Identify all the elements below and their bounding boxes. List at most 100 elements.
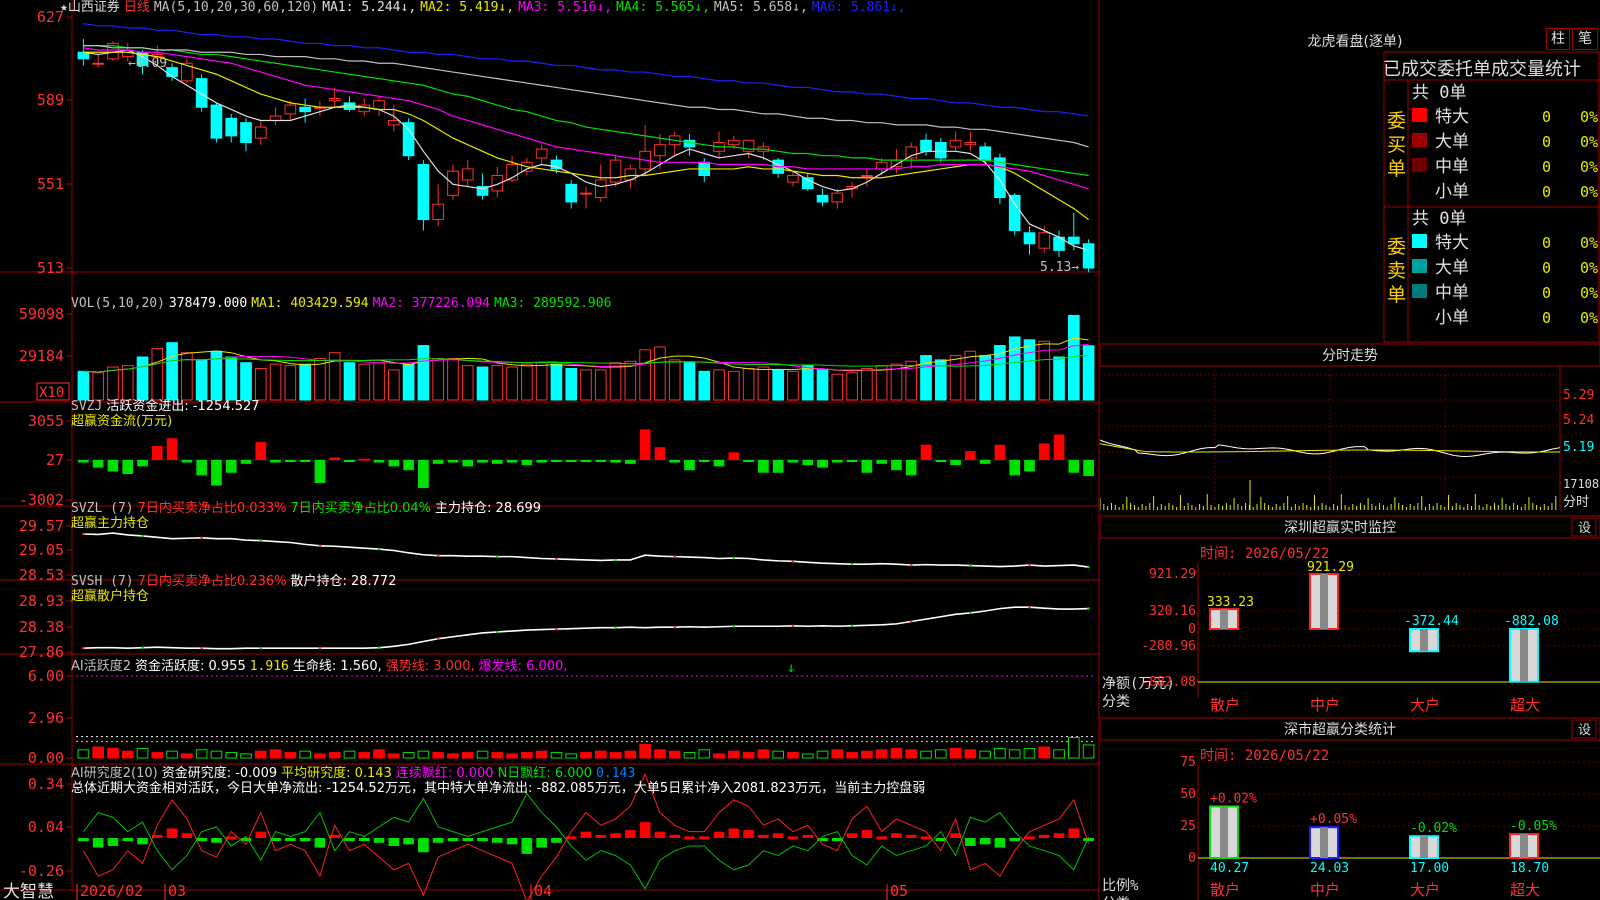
ai1-bar xyxy=(742,752,755,759)
candle xyxy=(225,117,238,137)
volume-bar xyxy=(476,366,489,401)
svzj-bar xyxy=(1083,460,1094,477)
volume-bar xyxy=(121,365,134,401)
svsh-tick: 27.86 xyxy=(19,643,64,661)
candle xyxy=(417,164,430,221)
ai2-bar xyxy=(787,836,799,840)
svzj-bar xyxy=(329,457,341,460)
candle xyxy=(1008,194,1021,232)
sz-class-settings-label: 设 xyxy=(1578,723,1591,738)
sz-class-change: -0.05% xyxy=(1510,819,1557,834)
ai2-bar xyxy=(979,838,991,845)
tick-toggle-button[interactable]: 笔 xyxy=(1572,28,1598,50)
vol-ma2: MA2: 377226.094 xyxy=(372,296,491,311)
svzl-a: 7日内买卖净占比0.033% xyxy=(137,501,287,516)
svzl-line-dot xyxy=(200,536,203,540)
ai2-e: 0.143 xyxy=(596,766,636,781)
svzl-line-dot xyxy=(614,558,617,562)
ai1-bar xyxy=(920,750,932,759)
candle xyxy=(787,175,799,183)
ai2-bar xyxy=(1083,838,1094,841)
vol-unit: X10 xyxy=(39,385,64,401)
tab-trade-stats[interactable]: 已成交委托单成交量统计 xyxy=(1383,55,1598,81)
vol-ma3: MA3: 289592.906 xyxy=(494,296,612,311)
sz-class-tick: 25 xyxy=(1180,819,1196,834)
sz-monitor-value: -882.08 xyxy=(1504,614,1559,629)
sell-side: 卖 xyxy=(1387,260,1406,282)
ai2-bar xyxy=(447,838,459,842)
svsh-line-dot xyxy=(377,646,381,650)
ai1-tick: 2.96 xyxy=(28,709,64,727)
volume-bar xyxy=(195,359,208,401)
svzj-bar xyxy=(78,460,89,463)
svzj-bar xyxy=(965,451,976,460)
volume-bar xyxy=(1053,356,1065,401)
candle xyxy=(594,179,607,199)
ma-legend-3: MA3: 5.516↓, xyxy=(518,0,612,15)
ai1-bar xyxy=(1082,744,1095,759)
svzl-line xyxy=(83,532,1089,568)
svzj-bar xyxy=(595,460,607,462)
ai1-title: AI活跃度2 xyxy=(71,659,131,674)
sell-row-label: 大单 xyxy=(1435,258,1469,278)
sz-class-category: 大户 xyxy=(1410,881,1440,899)
volume-bar xyxy=(447,357,459,401)
sz-class-bar-shade xyxy=(1320,827,1328,858)
bar-toggle-button[interactable]: 柱 xyxy=(1546,28,1570,50)
main-chart-area[interactable]: ←6.095.13→ ↓ 6275895515135909829184X1030… xyxy=(0,0,1100,900)
volume-bar xyxy=(772,369,784,401)
svzj-bar xyxy=(506,460,518,463)
svzj-bar xyxy=(225,460,237,473)
candle xyxy=(1082,243,1095,269)
sz-class-xlabel: 分类 xyxy=(1102,896,1130,900)
volume-bar xyxy=(535,362,548,401)
svzj-bar xyxy=(876,460,887,464)
svzj-bar xyxy=(802,460,814,466)
sell-row-pct: 0% xyxy=(1580,284,1598,302)
buy-row-pct: 0% xyxy=(1580,158,1598,176)
date-label: 05 xyxy=(890,882,908,900)
sell-row-label: 小单 xyxy=(1435,308,1469,328)
svzj-bar xyxy=(491,460,503,464)
candle xyxy=(1038,232,1051,249)
sz-class-bar-shade xyxy=(1420,836,1428,858)
volume-bar xyxy=(550,363,563,401)
svsh-line-dot xyxy=(318,646,322,650)
sell-row-pct: 0% xyxy=(1580,259,1598,277)
ai1-tick: 0.00 xyxy=(28,749,64,767)
ai2-green-line xyxy=(82,792,1090,890)
sz-monitor-settings-label: 设 xyxy=(1578,521,1591,536)
ai2-bar xyxy=(713,831,725,838)
volume-bar xyxy=(1068,314,1080,401)
ai1-bar xyxy=(225,752,238,759)
svzl-line-dot xyxy=(1028,563,1031,567)
ai2-title: AI研究度2(10) xyxy=(71,766,158,781)
ai1-bar xyxy=(1008,749,1021,759)
candle xyxy=(328,97,341,102)
ai1-e: 爆发线: 6.000, xyxy=(478,659,568,674)
ai1-bar xyxy=(181,753,193,759)
brand-label: 大智慧 xyxy=(3,882,54,900)
ai2-bar xyxy=(758,834,769,838)
sz-class-value: 18.70 xyxy=(1510,861,1549,876)
period-label[interactable]: 日线 xyxy=(124,0,150,15)
candle xyxy=(565,183,578,203)
svzj-bars xyxy=(76,429,1096,489)
price-tick: 551 xyxy=(37,175,64,193)
svzj-bar xyxy=(388,460,400,467)
buy-row-pct: 0% xyxy=(1580,133,1598,151)
ma-legend-4: MA4: 5.565↓, xyxy=(616,0,710,15)
ai2-bar xyxy=(107,838,119,846)
sz-class-change: -0.02% xyxy=(1410,821,1457,836)
svsh-line-dot xyxy=(732,624,736,628)
svsh-line-dot xyxy=(1028,605,1031,609)
sz-monitor-value: 333.23 xyxy=(1207,595,1254,610)
star-icon[interactable]: ★ xyxy=(60,0,68,15)
ai2-bar xyxy=(595,834,607,838)
svsh-line-dot xyxy=(141,646,144,650)
sz-class-value: 40.27 xyxy=(1210,861,1249,876)
volume-bar xyxy=(1008,336,1021,401)
svzj-bar xyxy=(285,460,296,462)
sz-monitor-xlabel: 分类 xyxy=(1102,694,1130,710)
svzj-bar xyxy=(1053,434,1065,460)
